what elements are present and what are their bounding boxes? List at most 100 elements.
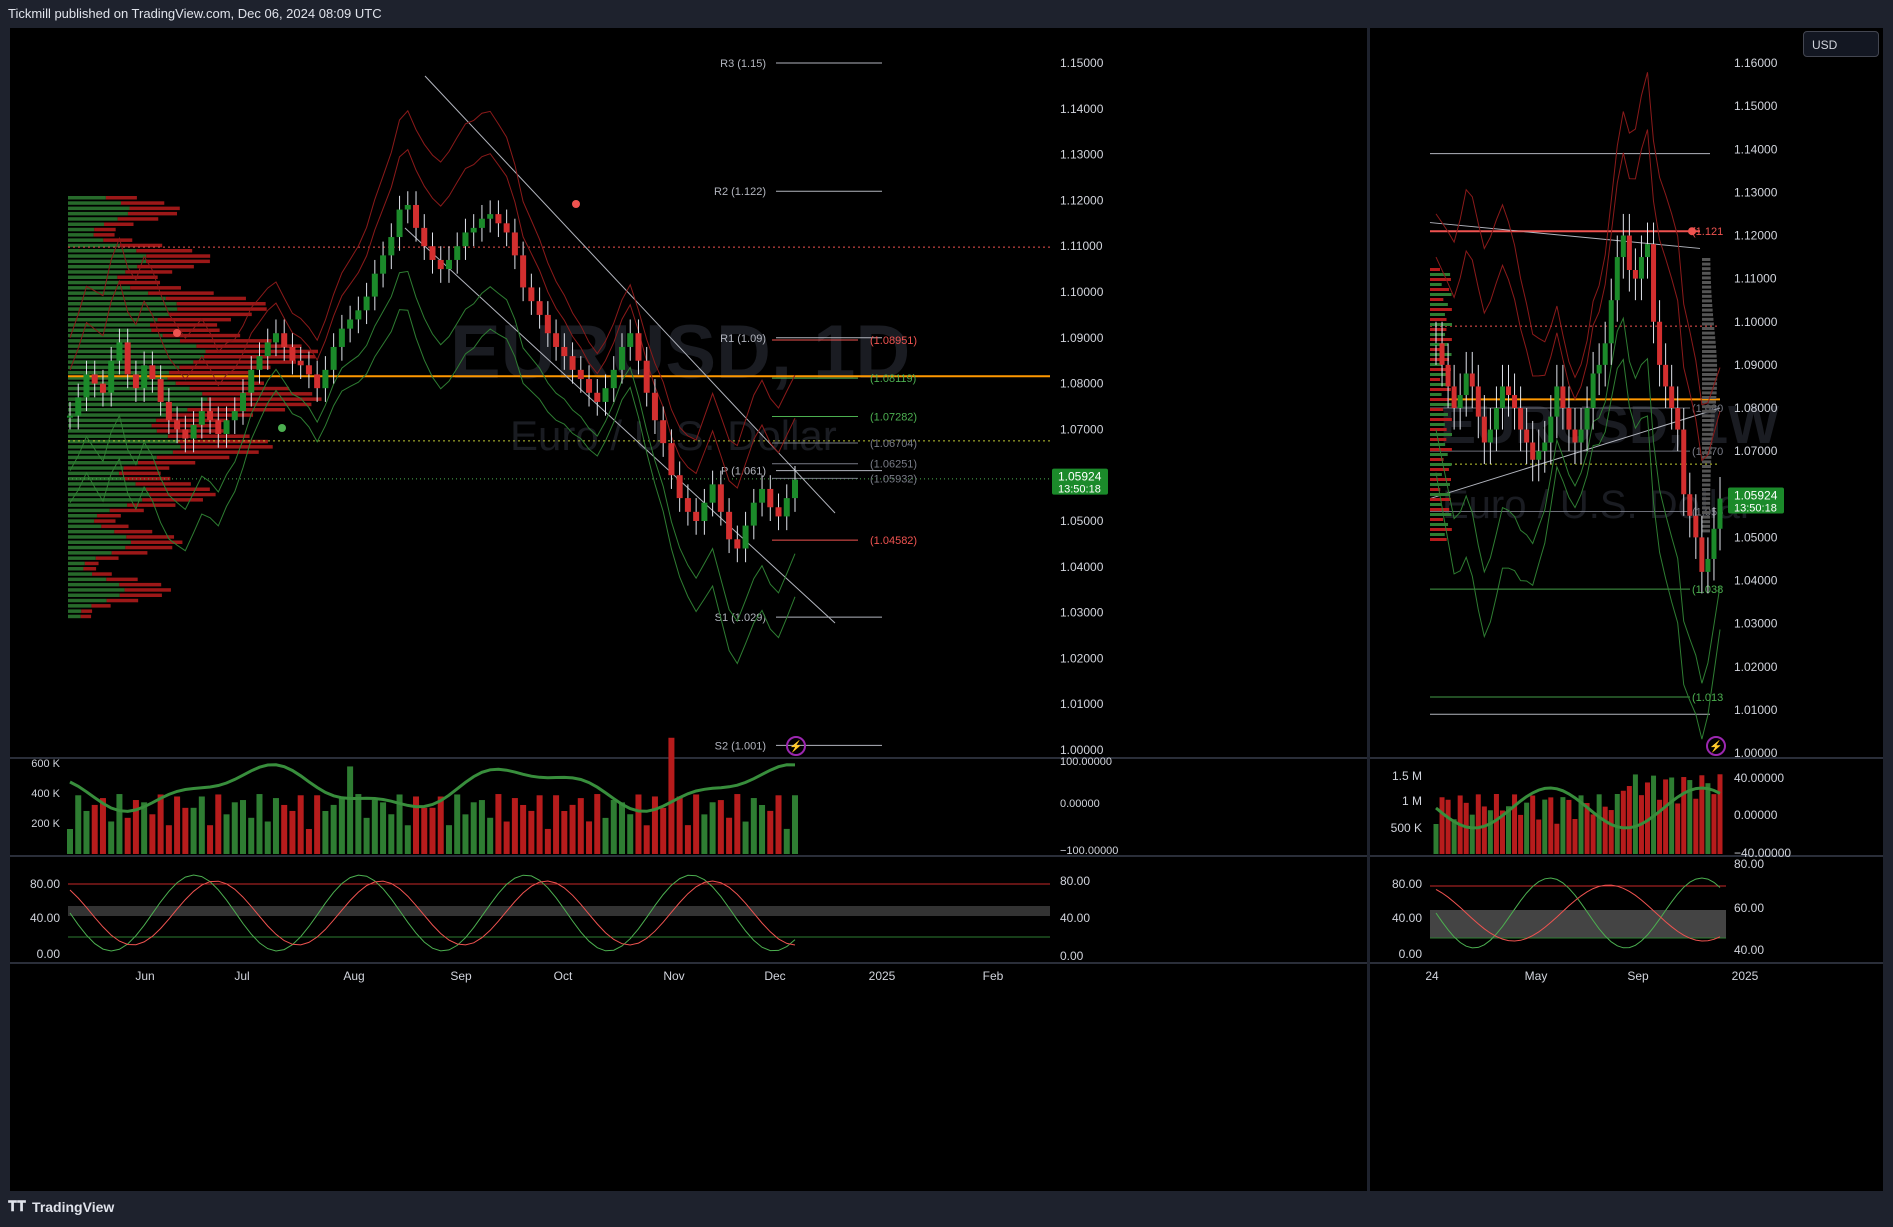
candle-body	[1451, 386, 1457, 408]
volume-bar	[1548, 797, 1554, 854]
candle-body	[322, 369, 329, 389]
osc2-axis-label: 40.00	[1734, 943, 1764, 957]
pivot-label: R2 (1.122)	[714, 186, 766, 198]
time-axis-label: Sep	[450, 969, 472, 983]
volume-profile-bar	[1702, 511, 1711, 514]
level-label: (1.06704)	[870, 438, 917, 450]
candle-body	[775, 507, 782, 517]
candle-body	[511, 232, 518, 256]
volume-bar	[1693, 798, 1699, 854]
volume-bar	[577, 798, 584, 854]
volume-profile-bar	[114, 529, 153, 534]
footer-brand-label: TradingView	[32, 1199, 115, 1215]
volume-profile-bar	[93, 233, 115, 237]
candle-body	[767, 488, 774, 508]
volume-bar	[1596, 794, 1602, 854]
volume-profile-bar	[1702, 327, 1715, 330]
volume-bar	[207, 825, 214, 854]
volume-bar	[1481, 806, 1487, 854]
volume-profile-bar	[1702, 405, 1716, 409]
volume-bar	[783, 828, 790, 854]
candle-body	[1578, 429, 1584, 443]
candle-body	[742, 525, 749, 549]
volume-profile-bar	[1702, 373, 1718, 376]
osc1-axis-label: 40.00000	[1734, 771, 1784, 785]
left-chart-svg[interactable]: EURUSD, 1D Euro / U.S. Dollar R3 (1.15)R…	[10, 28, 1367, 1191]
price-axis-label: 1.04000	[1734, 574, 1778, 588]
candle-body	[1663, 364, 1669, 387]
currency-button[interactable]: USD	[1803, 31, 1879, 57]
volume-bar	[330, 804, 337, 854]
volume-bar	[1530, 795, 1536, 854]
volume-profile-bar	[1430, 313, 1445, 316]
countdown-label: 13:50:18	[1058, 484, 1101, 496]
volume-bar	[437, 796, 444, 854]
volume-bar	[660, 807, 667, 854]
volume-bar	[421, 807, 428, 854]
candle-body	[462, 232, 469, 247]
volume-profile-bar	[1702, 294, 1712, 298]
volume-profile-bar	[68, 275, 118, 279]
osc2-axis-label: 80.00	[1392, 877, 1422, 891]
volume-profile-bar	[1702, 308, 1713, 312]
volume-profile-bar	[150, 323, 218, 327]
left-chart-panel[interactable]: EURUSD, 1D Euro / U.S. Dollar R3 (1.15) R…	[10, 28, 1367, 1191]
level-label: (1.121	[1692, 226, 1723, 238]
candle-body	[338, 328, 345, 347]
volume-profile-bar	[1430, 408, 1444, 411]
volume-profile-bar	[1702, 419, 1715, 422]
volume-bar	[503, 821, 510, 854]
right-chart-svg[interactable]: EURUSD, 1W Euro / U.S. Dollar (1.121(1.0…	[1370, 28, 1883, 1191]
volume-bar	[1614, 794, 1620, 854]
volume-profile-bar	[1702, 276, 1711, 280]
osc2-axis-label: 40.00	[30, 911, 60, 925]
volume-profile-bar	[68, 227, 95, 232]
volume-profile-bar	[1430, 318, 1447, 321]
candle-body	[363, 296, 370, 311]
volume-profile-bar	[1702, 483, 1711, 487]
volume-profile-bar	[137, 461, 196, 465]
candle-body	[726, 511, 733, 540]
candle-body	[1596, 364, 1602, 374]
candle-body	[660, 420, 667, 444]
candle-body	[1457, 395, 1463, 408]
candle-body	[693, 511, 700, 521]
time-axis-label: Oct	[554, 969, 573, 983]
volume-profile-bar	[68, 259, 147, 264]
osc2-axis-label: 0.00	[1060, 949, 1084, 963]
right-chart-panel[interactable]: EURUSD, 1W Euro / U.S. Dollar (1.121 (1.0…	[1370, 28, 1883, 1191]
trendline	[1429, 222, 1701, 249]
volume-bar	[717, 800, 724, 854]
price-axis-label: 1.02000	[1060, 651, 1104, 665]
candle-body	[1699, 537, 1705, 572]
volume-bar	[651, 796, 658, 854]
volume-profile-bar	[68, 567, 84, 571]
volume-profile-bar	[1430, 288, 1450, 291]
volume-axis-label: 600 K	[31, 758, 60, 770]
volume-bar	[297, 795, 304, 854]
volume-profile-bar	[1702, 363, 1718, 367]
volume-axis-label: 1 M	[1402, 794, 1422, 808]
candle-body	[1560, 386, 1566, 408]
volume-profile-bar	[1702, 451, 1712, 455]
signal-dot	[278, 424, 286, 432]
tv-logo-icon: 𝐓𝐓	[8, 1199, 27, 1215]
volume-profile-bar	[68, 593, 120, 597]
volume-bar	[1669, 777, 1675, 854]
volume-bar	[272, 798, 279, 854]
price-axis-label: 1.11000	[1734, 272, 1777, 286]
footer-brand[interactable]: 𝐓𝐓 TradingView	[8, 1199, 114, 1215]
volume-profile-bar	[68, 402, 202, 407]
volume-bar	[388, 814, 395, 854]
price-axis-label: 1.09000	[1060, 331, 1104, 345]
volume-profile-bar	[105, 196, 137, 200]
pivot-label: S2 (1.001)	[715, 740, 766, 752]
volume-profile-bar	[1430, 323, 1452, 326]
volume-profile-bar	[119, 593, 162, 597]
volume-profile-bar	[1702, 354, 1717, 358]
candle-body	[1705, 558, 1711, 572]
volume-profile-bar	[68, 254, 147, 258]
volume-profile-bar	[1430, 433, 1452, 436]
volume-profile-bar	[1702, 336, 1716, 340]
volume-profile-bar	[1430, 298, 1444, 301]
